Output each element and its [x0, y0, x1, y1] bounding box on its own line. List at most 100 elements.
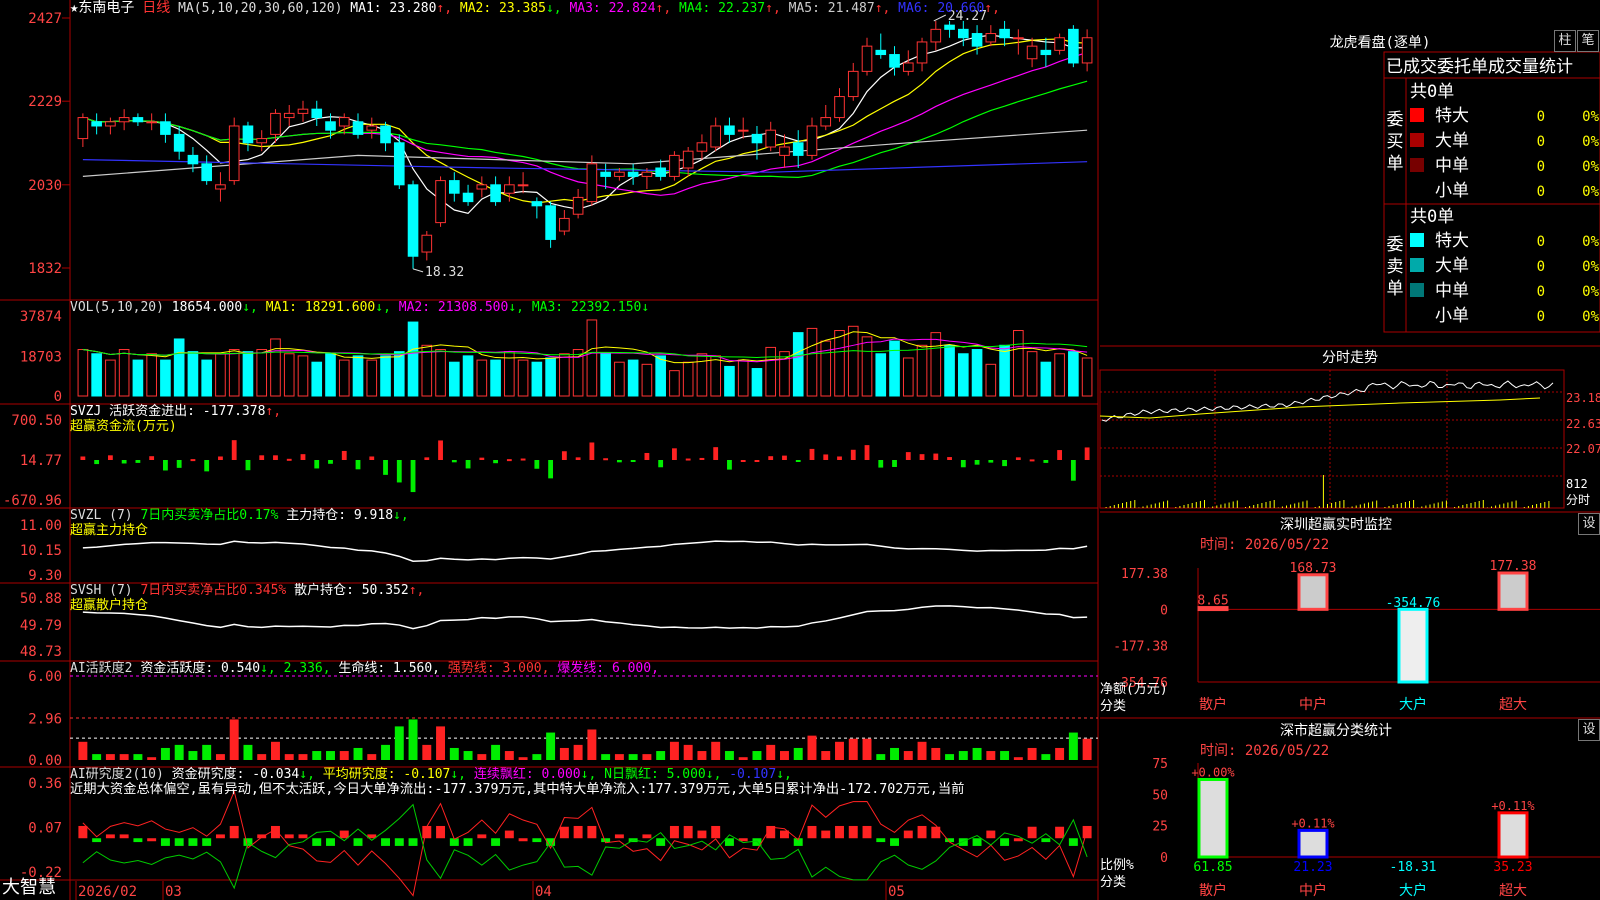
candle-body	[448, 180, 460, 194]
fund-flow-bar	[190, 459, 196, 462]
activity-bar	[339, 751, 349, 760]
cls-cat-label: 超大	[1499, 883, 1527, 899]
candle-body	[311, 108, 323, 119]
fund-flow-bar	[850, 449, 856, 460]
stock-name[interactable]: ★东南电子	[70, 0, 134, 16]
cls-axis-label: 25	[1152, 820, 1168, 835]
buy-color-swatch	[1410, 183, 1424, 197]
activity-bar	[614, 754, 624, 760]
activity-bar	[766, 744, 776, 760]
volume-bar	[875, 353, 887, 397]
research-bar	[683, 825, 693, 839]
sz-settings-button[interactable]: 设	[1578, 513, 1600, 535]
volume-bar	[971, 349, 983, 397]
research-bar	[903, 830, 913, 839]
candle-body	[531, 201, 543, 207]
candle-body	[1054, 37, 1065, 51]
volume-bar	[669, 370, 680, 397]
volume-bar	[118, 349, 130, 397]
candle-body	[559, 217, 570, 232]
activity-bar	[381, 744, 390, 760]
research-bar	[711, 825, 721, 839]
candle-body	[325, 121, 336, 131]
volume-bar	[462, 355, 474, 397]
dragon-title: 龙虎看盘(逐单)	[1330, 34, 1431, 51]
sz-axis-label: 177.38	[1121, 567, 1168, 582]
ma-arrow: ↑,	[765, 1, 781, 16]
volume-bar	[490, 359, 501, 397]
volume-bar	[393, 351, 405, 397]
research-bar	[518, 838, 528, 842]
cls-cat-label: 散户	[1199, 882, 1227, 899]
ai1-c: 生命线: 1.560,	[338, 661, 441, 676]
candle-body	[724, 125, 735, 135]
ma-item-5: MA5: 21.487	[780, 1, 875, 16]
ma-item-2: MA2: 23.385	[452, 1, 546, 16]
ai2-axis-label: 0.36	[28, 776, 62, 792]
fund-flow-bar	[176, 460, 182, 468]
vol-axis-label: 18703	[20, 349, 62, 365]
research-bar	[821, 830, 831, 839]
buy-row-value: 0	[1537, 134, 1545, 150]
candle-body	[201, 163, 213, 182]
period-label[interactable]: 日线	[142, 0, 170, 16]
research-bar	[890, 838, 899, 846]
fund-flow-bar	[823, 454, 829, 460]
fund-flow-bar	[644, 452, 650, 460]
timeshare-title: 分时走势	[1322, 350, 1378, 366]
volume-bar	[338, 359, 350, 397]
fund-flow-bar	[1015, 457, 1021, 460]
activity-bar	[876, 754, 886, 760]
fund-flow-bar	[149, 456, 155, 460]
fund-flow-bar	[782, 455, 787, 460]
research-bar	[1055, 826, 1065, 839]
ma-arrow: ↓,	[545, 1, 562, 16]
candle-body	[820, 117, 832, 127]
candle-body	[462, 192, 474, 203]
candle-body	[504, 184, 515, 194]
volume-bar	[957, 353, 969, 397]
candle-body	[297, 108, 309, 114]
volume-bar	[586, 319, 598, 397]
buy-row-pct: 0%	[1582, 134, 1599, 150]
low-price-label: 18.32	[425, 265, 464, 280]
candle-body	[173, 133, 185, 152]
research-bar	[381, 838, 390, 846]
candle-body	[1081, 37, 1093, 64]
activity-bar	[1055, 747, 1065, 760]
bar-mode-button[interactable]: 柱	[1554, 30, 1576, 52]
candle-body	[407, 184, 419, 257]
research-bar	[408, 838, 418, 846]
research-bar	[353, 838, 363, 846]
research-bar	[958, 838, 968, 846]
price-axis-label: 2229	[28, 94, 62, 110]
research-bar	[477, 834, 487, 839]
volume-bar	[765, 346, 777, 397]
date-label: 04	[535, 884, 552, 900]
volume-bar	[724, 365, 735, 397]
app-logo[interactable]: 大智慧	[2, 879, 56, 897]
stock-chart-canvas: 242722292030183224.2718.3237874187030700…	[0, 0, 1600, 900]
volume-bar	[627, 359, 639, 397]
ts-axis-label: 22.63	[1566, 417, 1600, 431]
fund-flow-bar	[424, 457, 430, 460]
svzj-axis-label: 14.77	[20, 453, 62, 469]
activity-bar	[628, 754, 638, 760]
ai2-comment: 近期大资金总体偏空,虽有异动,但不太活跃,今日大单净流出:-177.379万元,…	[70, 782, 965, 797]
activity-bar	[174, 744, 184, 760]
svsh-header: SVSH (7) 7日内买卖净占比0.345% 散户持仓: 50.352↑, 超…	[70, 583, 425, 613]
fund-flow-bar	[534, 460, 540, 469]
cls-top-label: +0.11%	[1491, 799, 1535, 813]
sz-cat-label: 大户	[1399, 696, 1427, 713]
pen-mode-button[interactable]: 笔	[1577, 30, 1599, 52]
volume-bar	[173, 338, 185, 397]
activity-bar	[271, 741, 280, 760]
sell-label-2: 卖	[1387, 257, 1404, 277]
activity-bar	[188, 751, 198, 760]
sell-row-pct: 0%	[1582, 234, 1599, 250]
candle-body	[806, 125, 818, 156]
cls-settings-button[interactable]: 设	[1578, 719, 1600, 741]
sz-bar-label: 8.65	[1197, 594, 1228, 609]
activity-bar	[807, 735, 817, 760]
ma-item-4: MA4: 22.237	[671, 1, 766, 16]
